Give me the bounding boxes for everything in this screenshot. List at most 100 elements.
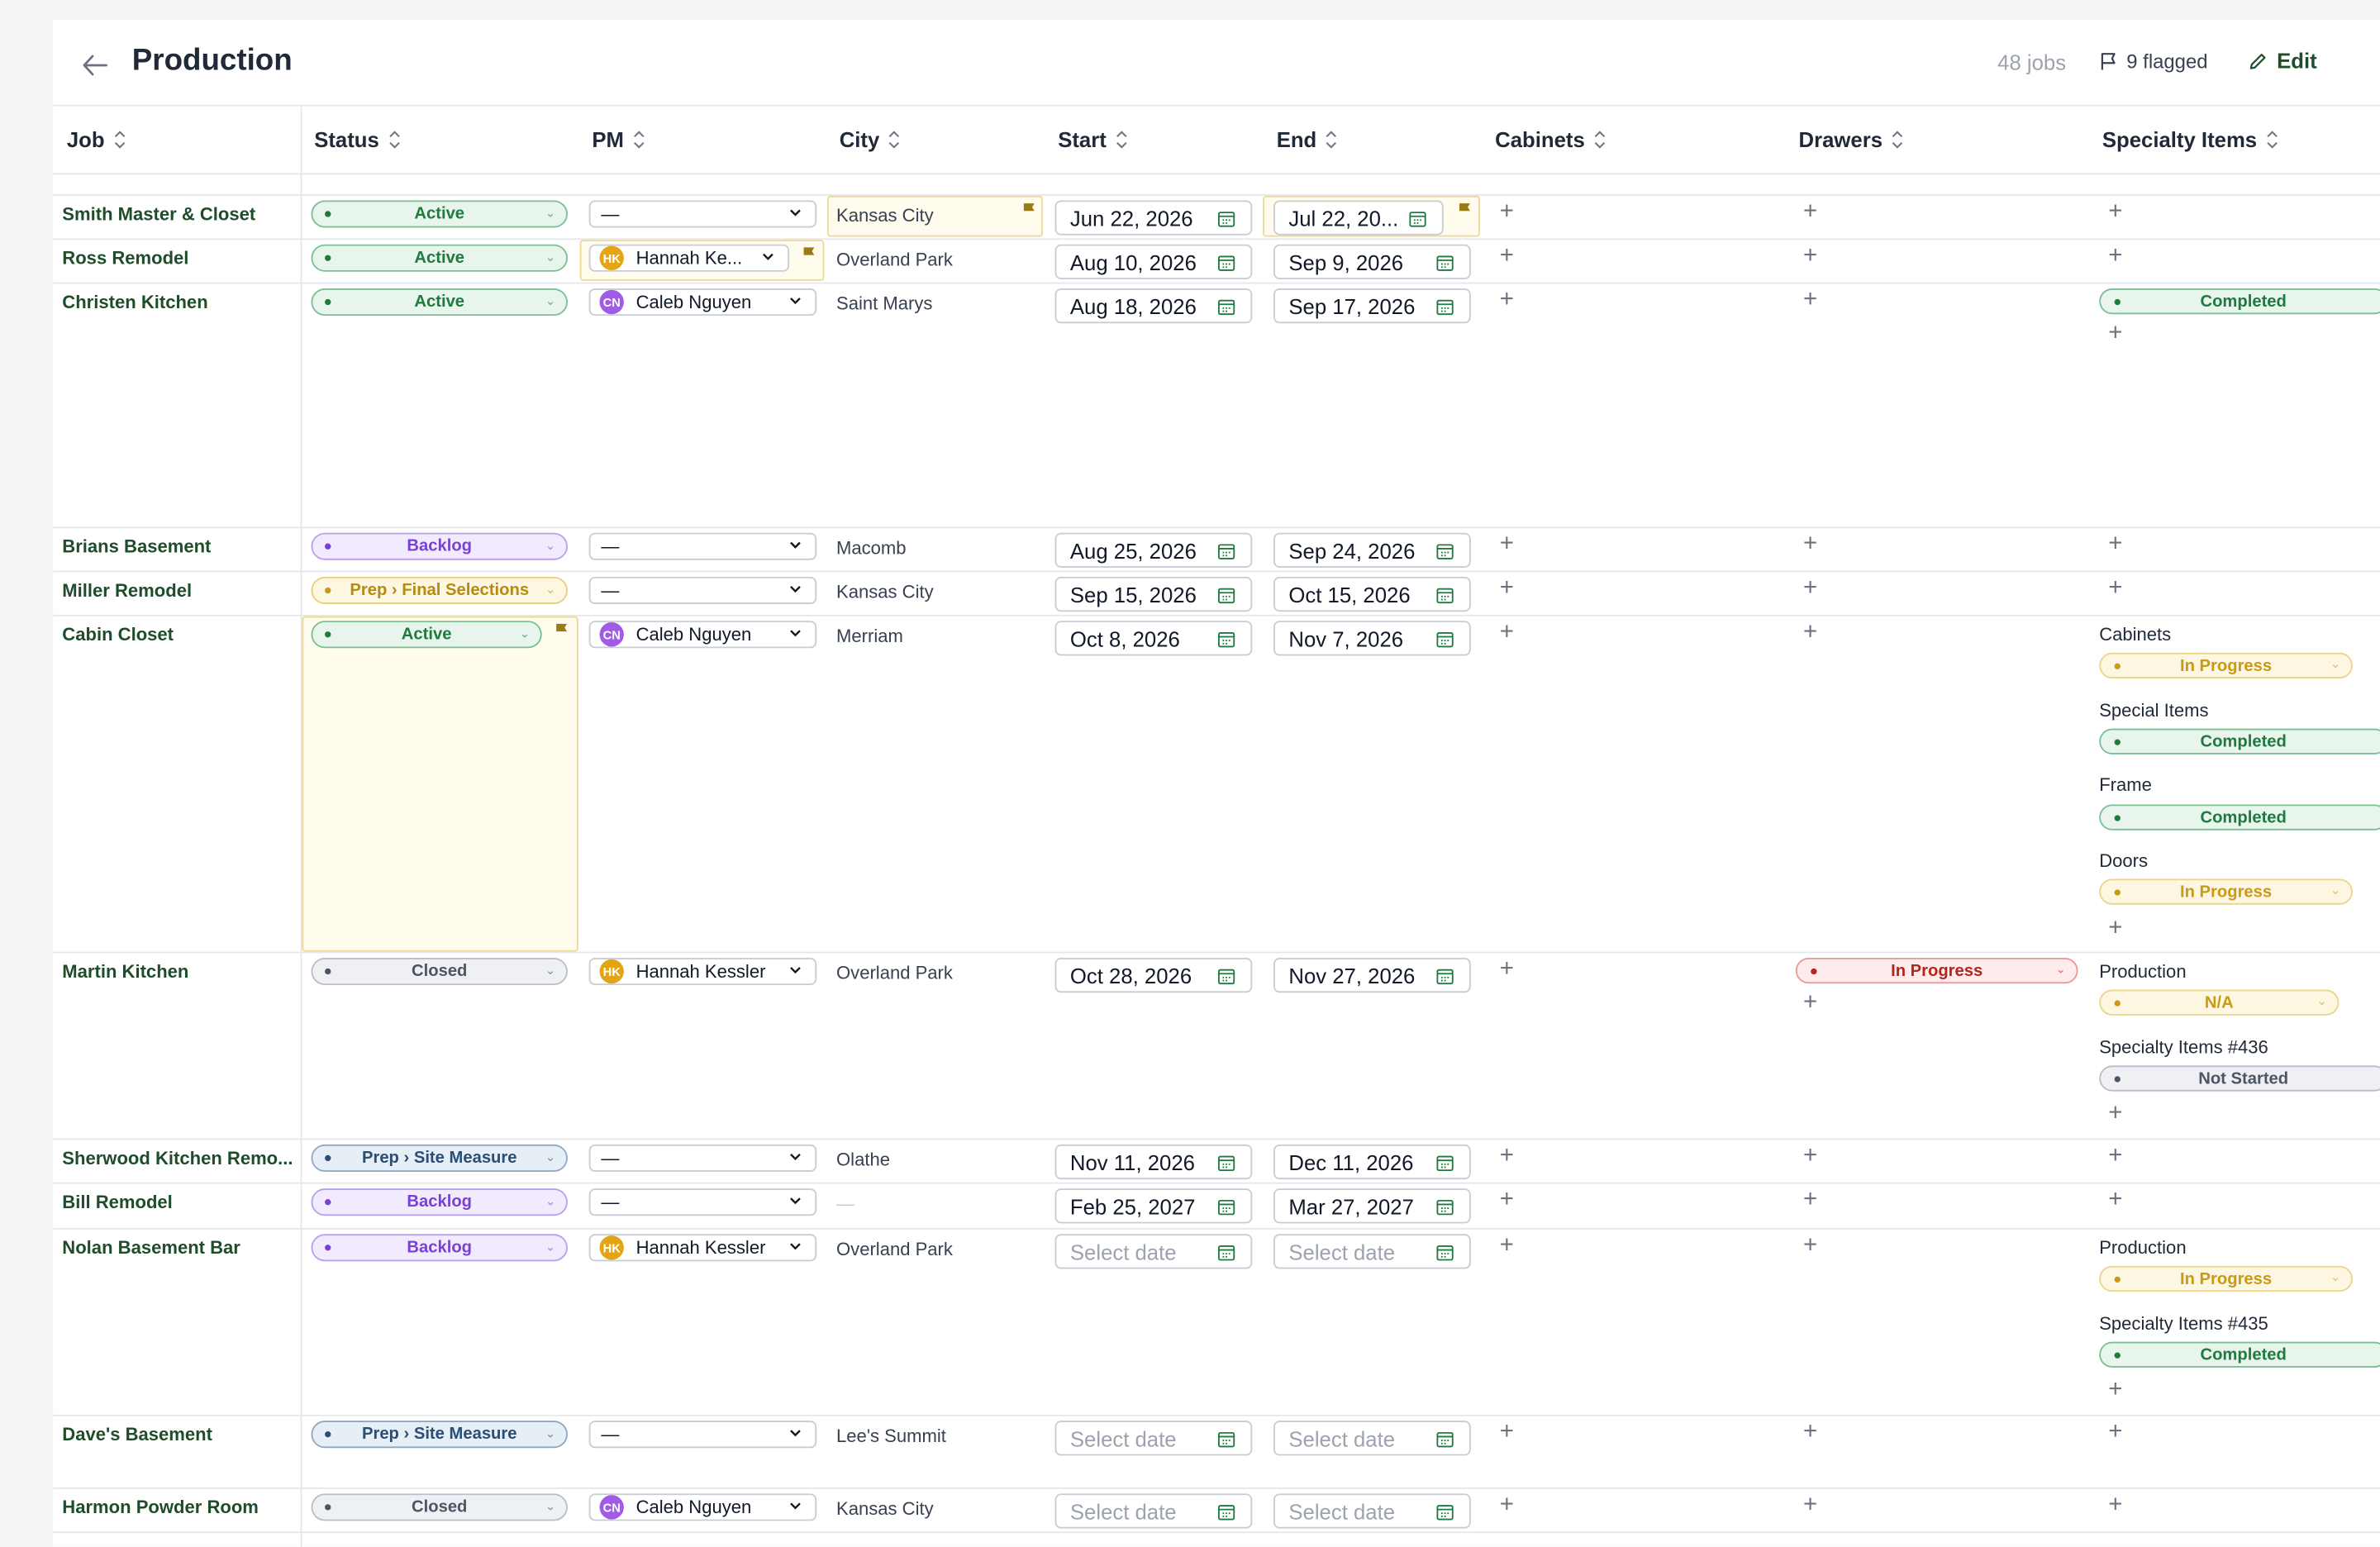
pm-select[interactable]: CN Caleb Nguyen [588,621,817,649]
add-drawer-plus-icon[interactable]: + [1803,1420,1817,1445]
add-specialty-plus-icon[interactable]: + [2108,1378,2122,1402]
end-date-input[interactable]: Select date [1273,1421,1471,1456]
pm-select[interactable]: — [588,1421,817,1449]
end-date-input[interactable]: Dec 11, 2026 [1273,1144,1471,1180]
pm-select[interactable]: — [588,1188,817,1216]
specialty-status-select[interactable]: Completed [2099,728,2380,754]
end-date-input[interactable]: Nov 27, 2026 [1273,957,1471,993]
start-date-input[interactable]: Sep 15, 2026 [1054,576,1253,612]
add-specialty-plus-icon[interactable]: + [2108,1188,2122,1212]
end-date-input[interactable]: Mar 27, 2027 [1273,1188,1471,1224]
add-specialty-plus-icon[interactable]: + [2108,1144,2122,1169]
add-cabinet-plus-icon[interactable]: + [1500,1144,1514,1169]
specialty-status-select[interactable]: Completed [2099,288,2380,315]
pm-select[interactable]: — [588,532,817,560]
column-header-pm[interactable]: PM [592,127,645,152]
start-date-input[interactable]: Select date [1054,1493,1253,1529]
start-date-input[interactable]: Select date [1054,1421,1253,1456]
status-select[interactable]: Active ⌄ [311,244,568,272]
add-drawer-plus-icon[interactable]: + [1803,532,1817,557]
start-date-input[interactable]: Aug 10, 2026 [1054,244,1253,279]
column-header-end[interactable]: End [1277,127,1338,152]
column-header-job[interactable]: Job [67,127,126,152]
add-cabinet-plus-icon[interactable]: + [1500,244,1514,269]
status-select[interactable]: Active ⌄ [311,621,542,649]
pm-select[interactable]: — [588,200,817,228]
add-specialty-plus-icon[interactable]: + [2108,200,2122,224]
specialty-status-select[interactable]: Completed [2099,804,2380,831]
job-name[interactable]: Brians Basement [62,536,211,557]
add-cabinet-plus-icon[interactable]: + [1500,620,1514,645]
end-date-input[interactable]: Select date [1273,1234,1471,1269]
start-date-input[interactable]: Oct 8, 2026 [1054,621,1253,656]
flag-icon[interactable] [1457,202,1472,217]
add-drawer-plus-icon[interactable]: + [1803,200,1817,224]
status-select[interactable]: Active ⌄ [311,200,568,228]
add-specialty-plus-icon[interactable]: + [2108,1420,2122,1445]
status-select[interactable]: Active ⌄ [311,288,568,317]
specialty-status-select[interactable]: In Progress ⌄ [2099,878,2353,905]
flagged-filter[interactable]: 9 flagged [2099,50,2208,73]
flag-icon[interactable] [802,246,816,261]
end-date-input[interactable]: Sep 17, 2026 [1273,288,1471,324]
add-specialty-plus-icon[interactable]: + [2108,1492,2122,1517]
add-drawer-plus-icon[interactable]: + [1803,288,1817,312]
specialty-status-select[interactable]: Not Started [2099,1065,2380,1092]
job-name[interactable]: Dave's Basement [62,1424,212,1445]
job-name[interactable]: Smith Master & Closet [62,203,255,225]
end-date-input[interactable]: Jul 22, 20... [1273,200,1444,236]
add-cabinet-plus-icon[interactable]: + [1500,1233,1514,1258]
add-specialty-plus-icon[interactable]: + [2108,532,2122,557]
pm-select[interactable]: HK Hannah Kessler [588,957,817,986]
job-name[interactable]: Miller Remodel [62,580,192,602]
status-select[interactable]: Backlog ⌄ [311,1234,568,1262]
add-specialty-plus-icon[interactable]: + [2108,1102,2122,1126]
specialty-status-select[interactable]: In Progress ⌄ [2099,652,2353,679]
status-select[interactable]: Prep › Site Measure ⌄ [311,1421,568,1449]
status-select[interactable]: Backlog ⌄ [311,1188,568,1216]
add-cabinet-plus-icon[interactable]: + [1500,288,1514,312]
status-select[interactable]: Closed ⌄ [311,1493,568,1521]
pm-select[interactable]: CN Caleb Nguyen [588,1493,817,1521]
column-header-drawers[interactable]: Drawers [1799,127,1904,152]
job-name[interactable]: Sherwood Kitchen Remo... [62,1148,293,1169]
add-drawer-plus-icon[interactable]: + [1803,1492,1817,1517]
start-date-input[interactable]: Nov 11, 2026 [1054,1144,1253,1180]
add-cabinet-plus-icon[interactable]: + [1500,532,1514,557]
add-cabinet-plus-icon[interactable]: + [1500,957,1514,982]
start-date-input[interactable]: Select date [1054,1234,1253,1269]
job-name[interactable]: Martin Kitchen [62,961,188,983]
flag-icon[interactable] [554,622,569,638]
status-select[interactable]: Prep › Final Selections ⌄ [311,576,568,605]
add-cabinet-plus-icon[interactable]: + [1500,576,1514,601]
add-cabinet-plus-icon[interactable]: + [1500,200,1514,224]
job-name[interactable]: Nolan Basement Bar [62,1237,240,1259]
add-specialty-plus-icon[interactable]: + [2108,916,2122,940]
specialty-status-select[interactable]: N/A ⌄ [2099,989,2340,1016]
job-name[interactable]: Cabin Closet [62,624,174,645]
specialty-status-select[interactable]: Completed [2099,1341,2380,1368]
add-drawer-plus-icon[interactable]: + [1803,1144,1817,1169]
job-name[interactable]: Ross Remodel [62,247,188,269]
start-date-input[interactable]: Oct 28, 2026 [1054,957,1253,993]
drawer-status-select[interactable]: In Progress ⌄ [1795,957,2078,984]
flag-icon[interactable] [1021,202,1036,217]
start-date-input[interactable]: Jun 22, 2026 [1054,200,1253,236]
back-arrow-icon[interactable] [80,50,111,81]
add-specialty-plus-icon[interactable]: + [2108,244,2122,269]
add-drawer-plus-icon[interactable]: + [1803,1233,1817,1258]
end-date-input[interactable]: Oct 15, 2026 [1273,576,1471,612]
status-select[interactable]: Backlog ⌄ [311,532,568,560]
start-date-input[interactable]: Aug 25, 2026 [1054,532,1253,568]
add-specialty-plus-icon[interactable]: + [2108,576,2122,601]
job-name[interactable]: Harmon Powder Room [62,1497,259,1518]
pm-select[interactable]: CN Caleb Nguyen [588,288,817,317]
start-date-input[interactable]: Feb 25, 2027 [1054,1188,1253,1224]
end-date-input[interactable]: Select date [1273,1493,1471,1529]
add-cabinet-plus-icon[interactable]: + [1500,1492,1514,1517]
specialty-status-select[interactable]: In Progress ⌄ [2099,1265,2353,1292]
add-drawer-plus-icon[interactable]: + [1803,990,1817,1015]
column-header-start[interactable]: Start [1058,127,1127,152]
job-name[interactable]: Christen Kitchen [62,292,207,313]
add-cabinet-plus-icon[interactable]: + [1500,1188,1514,1212]
